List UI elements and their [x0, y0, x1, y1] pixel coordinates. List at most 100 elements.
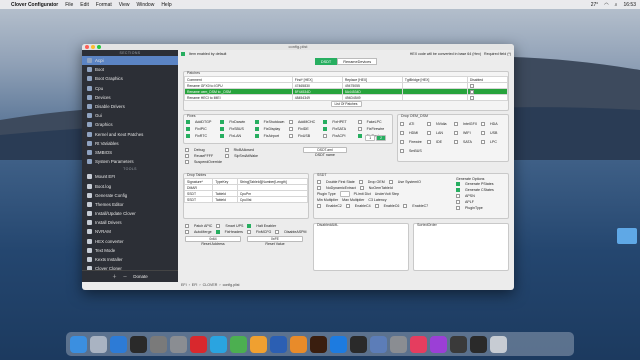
donate-button[interactable]: Donate	[133, 274, 148, 279]
opera-dock-icon[interactable]	[190, 335, 207, 353]
fix-checkbox[interactable]	[186, 127, 190, 131]
menu-app-name[interactable]: Clover Configurator	[11, 2, 58, 8]
tool-item[interactable]: Install Drivers	[82, 218, 178, 227]
plugin-type-checkbox[interactable]	[456, 206, 460, 210]
drop-oem-checkbox[interactable]	[427, 140, 431, 144]
fixmcfg-checkbox[interactable]	[246, 230, 251, 234]
minimize-icon[interactable]	[91, 45, 95, 49]
fix-checkbox[interactable]	[288, 134, 293, 138]
sidebar-item[interactable]: Acpi	[82, 56, 178, 66]
sidebar-item[interactable]: Disable Drivers	[82, 102, 178, 111]
plugin-type-field[interactable]	[339, 191, 350, 197]
drop-oem-checkbox[interactable]	[400, 149, 404, 153]
disableaspm-checkbox[interactable]	[275, 230, 280, 234]
drop-oem-checkbox[interactable]	[400, 131, 404, 135]
double-first-checkbox[interactable]	[317, 180, 321, 184]
terminal-dock-icon[interactable]	[470, 335, 487, 353]
tool-item[interactable]: Text Mode	[82, 246, 178, 255]
sidebar-item[interactable]: Rt Variables	[82, 139, 178, 148]
sidebar-item[interactable]: Devices	[82, 93, 178, 102]
terminal-dock-icon[interactable]	[130, 335, 147, 353]
drop-oem-checkbox[interactable]	[400, 140, 404, 144]
page-1-button[interactable]: 1	[365, 135, 376, 141]
sidebar-item[interactable]: Kernel and Kext Patches	[82, 130, 178, 139]
close-icon[interactable]	[85, 45, 89, 49]
fix-checkbox[interactable]	[254, 127, 259, 131]
halt-enabler-checkbox[interactable]	[247, 224, 252, 228]
sidebar-item[interactable]: Cpu	[82, 84, 178, 93]
c6-checkbox[interactable]	[374, 204, 379, 208]
trash-dock-icon[interactable]	[490, 335, 507, 353]
c2-checkbox[interactable]	[317, 204, 321, 208]
tool-item[interactable]: Boot.log	[82, 181, 178, 190]
maps-dock-icon[interactable]	[230, 335, 247, 353]
sidebar-item[interactable]: Graphics	[82, 120, 178, 129]
tool-item[interactable]: Kexts Installer	[82, 255, 178, 264]
menu-window[interactable]: Window	[137, 2, 155, 8]
drop-oem-checkbox[interactable]	[454, 122, 458, 126]
tool-item[interactable]: NVRAM	[82, 227, 178, 236]
minus-icon[interactable]: －	[123, 274, 128, 280]
fix-checkbox[interactable]	[323, 127, 328, 131]
fix-checkbox[interactable]	[220, 127, 225, 131]
smart-ups-checkbox[interactable]	[216, 224, 221, 228]
no-oem-tableid-checkbox[interactable]	[359, 186, 364, 190]
drop-oem-checkbox[interactable]	[481, 122, 485, 126]
photos-dock-icon[interactable]	[250, 335, 267, 353]
fix-checkbox[interactable]	[220, 120, 225, 124]
plus-icon[interactable]: ＋	[112, 274, 117, 280]
books-dock-icon[interactable]	[290, 335, 307, 353]
fix-checkbox[interactable]	[357, 120, 362, 124]
table-row[interactable]: SSDT Tableld Cpu0Ist	[183, 196, 309, 203]
drop-oem-checkbox[interactable]	[358, 180, 363, 184]
podcasts-dock-icon[interactable]	[430, 335, 447, 353]
list-of-patches-button[interactable]: List Of Patches	[330, 101, 362, 107]
activity-dock-icon[interactable]	[450, 335, 467, 353]
sidebar-item[interactable]: Boot	[82, 65, 178, 74]
finalcut-dock-icon[interactable]	[350, 335, 367, 353]
suspend-checkbox[interactable]	[185, 160, 189, 164]
drop-oem-checkbox[interactable]	[400, 122, 404, 126]
patch-apic-checkbox[interactable]	[185, 224, 189, 228]
path-config[interactable]: config.plist	[223, 283, 240, 287]
clover-configurator-dock-icon[interactable]	[370, 335, 387, 353]
illustrator-dock-icon[interactable]	[310, 335, 327, 353]
drop-oem-checkbox[interactable]	[454, 131, 458, 135]
drop-oem-checkbox[interactable]	[481, 140, 485, 144]
path-efi-1[interactable]: EFI	[181, 283, 187, 287]
fix-checkbox[interactable]	[288, 120, 293, 124]
fix-checkbox[interactable]	[357, 134, 362, 138]
reuse-checkbox[interactable]	[185, 154, 189, 158]
settings-dock-icon[interactable]	[390, 335, 407, 353]
menu-format[interactable]: Format	[96, 2, 112, 8]
rtc-checkbox[interactable]	[224, 148, 229, 152]
fixheaders-checkbox[interactable]	[215, 230, 220, 234]
media-dock-icon[interactable]	[410, 335, 427, 353]
debug-checkbox[interactable]	[185, 148, 189, 152]
disabled-aml-group[interactable]: DisabledAML	[313, 223, 409, 271]
fix-checkbox[interactable]	[186, 134, 190, 138]
tool-item[interactable]: Mount EFI	[82, 172, 178, 181]
sidebar-item[interactable]: Gui	[82, 111, 178, 120]
disabled-checkbox[interactable]	[469, 83, 474, 88]
disabled-checkbox[interactable]	[469, 95, 474, 100]
menu-view[interactable]: View	[119, 2, 130, 8]
fix-checkbox[interactable]	[220, 134, 225, 138]
drop-oem-checkbox[interactable]	[427, 131, 431, 135]
tool-item[interactable]: Generate Config	[82, 191, 178, 200]
apsn-checkbox[interactable]	[456, 194, 460, 198]
safari-dock-icon[interactable]	[110, 335, 127, 353]
use-systemio-checkbox[interactable]	[388, 180, 393, 184]
telegram-dock-icon[interactable]	[210, 335, 227, 353]
gen-cstates-checkbox[interactable]	[456, 188, 460, 192]
wifi-icon[interactable]: ◠	[604, 2, 608, 8]
system-prefs-dock-icon[interactable]	[170, 335, 187, 353]
menu-clock[interactable]: 16:53	[623, 2, 636, 8]
drop-oem-checkbox[interactable]	[454, 140, 458, 144]
sidebar-item[interactable]: System Parameters	[82, 157, 178, 166]
sidebar-item[interactable]: SMBIOS	[82, 148, 178, 157]
fix-checkbox[interactable]	[323, 134, 328, 138]
c4-checkbox[interactable]	[345, 204, 350, 208]
fix-checkbox[interactable]	[357, 127, 362, 131]
menu-file[interactable]: File	[65, 2, 73, 8]
